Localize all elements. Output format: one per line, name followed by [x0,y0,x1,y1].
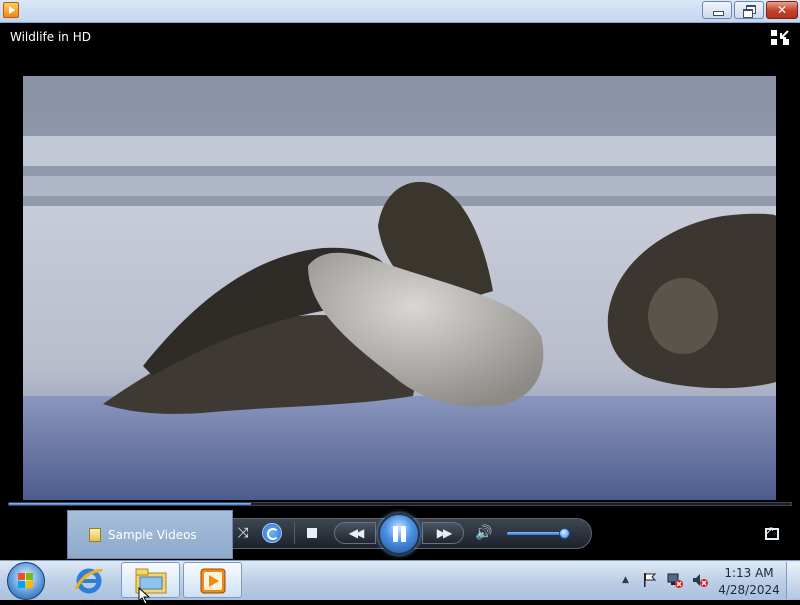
media-player-window: Wildlife in HD [0,0,800,560]
stop-button[interactable] [307,528,317,538]
media-player-icon [200,568,226,594]
seek-progress [9,503,252,505]
volume-fill [507,532,565,535]
show-hidden-icons-icon[interactable]: ▲ [622,575,629,585]
volume-icon[interactable]: 🔊 [474,523,494,543]
minimize-button[interactable] [702,1,732,19]
shuffle-icon[interactable]: ⤨ [234,524,252,542]
controls-divider [294,522,295,544]
mouse-cursor-icon [138,587,151,605]
close-button[interactable] [766,1,798,19]
windows-logo-icon [18,573,33,588]
title-bar[interactable] [0,0,800,23]
start-button[interactable] [7,562,45,600]
media-player-icon[interactable] [3,2,19,18]
restore-button[interactable] [734,1,764,19]
taskbar-windows-media-player[interactable] [183,562,242,598]
show-desktop-button[interactable] [786,562,800,599]
network-disconnected-icon[interactable] [667,572,683,588]
video-frame[interactable] [23,76,776,500]
action-center-flag-icon[interactable] [642,572,658,588]
repeat-button[interactable] [262,523,282,543]
taskbar: ▲ 1:13 AM 4/28/2024 [0,560,800,605]
sample-videos-label: Sample Videos [108,528,197,542]
next-button[interactable]: ▶▶ [422,522,464,544]
folder-icon [89,528,101,542]
taskbar-internet-explorer[interactable] [62,562,116,598]
taskbar-windows-explorer[interactable] [121,562,180,605]
taskbar-thumbnail-popup[interactable]: Sample Videos [67,510,233,559]
volume-muted-icon[interactable] [692,572,708,588]
fullscreen-icon[interactable] [765,524,779,540]
video-title: Wildlife in HD [10,30,91,44]
pause-button[interactable] [378,513,420,555]
clock-time[interactable]: 1:13 AM [720,566,778,580]
seek-bar[interactable] [8,502,792,506]
clock-date[interactable]: 4/28/2024 [718,583,780,597]
internet-explorer-icon [74,568,103,594]
switch-to-library-icon[interactable] [771,30,789,46]
previous-button[interactable]: ◀◀ [334,522,376,544]
